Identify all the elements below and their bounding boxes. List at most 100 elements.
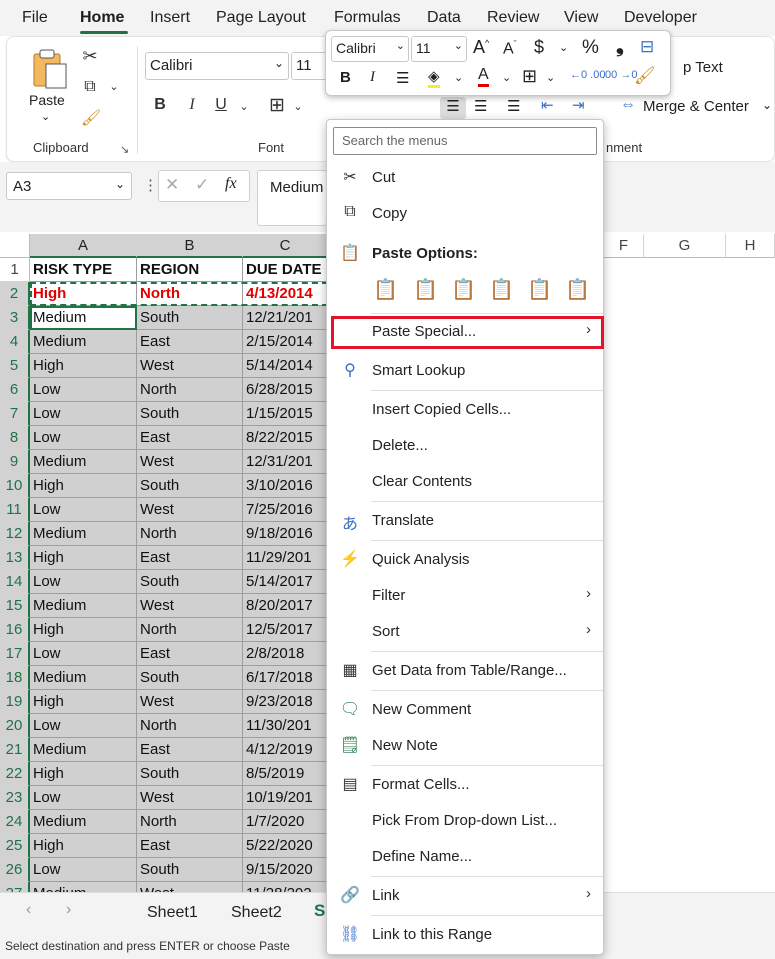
cut-icon[interactable]: ✂ xyxy=(80,46,100,67)
comma-style-icon[interactable]: ❟ xyxy=(616,35,624,58)
cell[interactable]: 2/15/2014 xyxy=(243,330,328,354)
cell[interactable]: Low xyxy=(30,642,137,666)
cell[interactable]: 8/5/2019 xyxy=(243,762,328,786)
cell[interactable]: High xyxy=(30,546,137,570)
font-name-combo[interactable]: Calibri ⌄ xyxy=(145,52,289,80)
cell[interactable]: Medium xyxy=(30,450,137,474)
row-header[interactable]: 12 xyxy=(0,522,30,546)
tab-home[interactable]: Home xyxy=(80,9,124,27)
mini-format-painter-icon[interactable]: 🖌 xyxy=(634,66,656,86)
tab-page-layout[interactable]: Page Layout xyxy=(216,9,306,27)
row-header[interactable]: 23 xyxy=(0,786,30,810)
cell[interactable]: 5/14/2017 xyxy=(243,570,328,594)
cell[interactable]: High xyxy=(30,690,137,714)
cell[interactable]: Medium xyxy=(30,522,137,546)
font-color-dropdown-icon[interactable]: ⌄ xyxy=(502,71,511,84)
row-header[interactable]: 4 xyxy=(0,330,30,354)
row-header[interactable]: 24 xyxy=(0,810,30,834)
cell[interactable]: North xyxy=(137,282,243,306)
cell[interactable]: Low xyxy=(30,786,137,810)
cell[interactable]: North xyxy=(137,618,243,642)
row-header[interactable]: 15 xyxy=(0,594,30,618)
sheet-tab-sheet2[interactable]: Sheet2 xyxy=(231,904,282,922)
mini-font-size-combo[interactable]: 11 ⌄ xyxy=(411,36,467,62)
cell[interactable]: 6/28/2015 xyxy=(243,378,328,402)
cell[interactable]: 11/29/201 xyxy=(243,546,328,570)
paste-option-paste-icon[interactable]: 📋 xyxy=(373,277,399,305)
borders-dropdown-icon[interactable]: ⌄ xyxy=(292,100,304,113)
paste-button[interactable] xyxy=(28,48,70,92)
cell[interactable]: West xyxy=(137,498,243,522)
menu-item-format-cells[interactable]: ▤ Format Cells... xyxy=(327,767,603,803)
row-header[interactable]: 9 xyxy=(0,450,30,474)
increase-decimal-icon[interactable]: ←0 .00 xyxy=(570,69,605,81)
paste-option-formatting-icon[interactable]: 📋 xyxy=(527,277,553,305)
menu-item-cut[interactable]: ✂ Cut xyxy=(327,160,603,196)
chevron-right-icon[interactable]: › xyxy=(66,901,71,919)
row-header[interactable]: 10 xyxy=(0,474,30,498)
cell[interactable]: Low xyxy=(30,402,137,426)
row-header[interactable]: 17 xyxy=(0,642,30,666)
row-header[interactable]: 19 xyxy=(0,690,30,714)
menu-item-filter[interactable]: Filter › xyxy=(327,578,603,614)
cell[interactable]: 8/22/2015 xyxy=(243,426,328,450)
cell[interactable]: 7/25/2016 xyxy=(243,498,328,522)
cell[interactable]: East xyxy=(137,546,243,570)
column-header[interactable]: A xyxy=(30,234,137,258)
cell[interactable]: 4/12/2019 xyxy=(243,738,328,762)
insert-function-icon[interactable]: fx xyxy=(225,175,237,193)
mini-align-center-icon[interactable]: ☰ xyxy=(396,69,409,87)
cell[interactable]: 12/5/2017 xyxy=(243,618,328,642)
cell[interactable]: 9/15/2020 xyxy=(243,858,328,882)
cell[interactable]: Medium xyxy=(30,330,137,354)
cell[interactable]: Medium xyxy=(30,306,137,330)
cell[interactable]: High xyxy=(30,474,137,498)
merge-center-icon[interactable]: ⇔ xyxy=(617,96,639,114)
cell[interactable]: Low xyxy=(30,426,137,450)
cell[interactable]: 12/21/201 xyxy=(243,306,328,330)
row-header[interactable]: 20 xyxy=(0,714,30,738)
tab-review[interactable]: Review xyxy=(487,9,539,27)
name-box[interactable]: A3 ⌄ xyxy=(6,172,132,200)
decrease-decimal-icon[interactable]: .00 →0 xyxy=(602,69,637,81)
cell[interactable]: North xyxy=(137,714,243,738)
cell[interactable]: East xyxy=(137,426,243,450)
row-header[interactable]: 6 xyxy=(0,378,30,402)
menu-item-new-note[interactable]: 🗒 New Note xyxy=(327,728,603,764)
cell[interactable]: Medium xyxy=(30,666,137,690)
cell[interactable]: Medium xyxy=(30,738,137,762)
cell[interactable]: Low xyxy=(30,498,137,522)
row-header[interactable]: 26 xyxy=(0,858,30,882)
merge-dropdown-icon[interactable]: ⌄ xyxy=(762,98,772,112)
menu-item-new-comment[interactable]: 🗨 New Comment xyxy=(327,692,603,728)
row-header[interactable]: 25 xyxy=(0,834,30,858)
row-header[interactable]: 21 xyxy=(0,738,30,762)
tab-file[interactable]: File xyxy=(22,9,48,27)
select-all-corner[interactable] xyxy=(0,234,30,258)
cell[interactable]: High xyxy=(30,762,137,786)
align-right-icon[interactable]: ☰ xyxy=(507,97,520,115)
cell[interactable]: High xyxy=(30,282,137,306)
paste-option-formulas-icon[interactable]: 📋 xyxy=(451,277,477,305)
cell[interactable]: 5/22/2020 xyxy=(243,834,328,858)
menu-item-link-range[interactable]: ⛓ Link to this Range xyxy=(327,917,603,953)
column-header[interactable]: G xyxy=(644,234,726,258)
cell[interactable]: South xyxy=(137,306,243,330)
cell[interactable]: 5/14/2014 xyxy=(243,354,328,378)
cell[interactable]: North xyxy=(137,378,243,402)
paste-dropdown-icon[interactable]: ⌄ xyxy=(41,110,50,123)
clipboard-launcher-icon[interactable]: ↘ xyxy=(120,143,129,156)
wrap-text-button[interactable]: p Text xyxy=(683,59,723,76)
mini-borders-dropdown-icon[interactable]: ⌄ xyxy=(546,71,555,84)
menu-item-link[interactable]: 🔗 Link › xyxy=(327,878,603,914)
menu-item-copy[interactable]: ⧉ Copy xyxy=(327,196,603,232)
copy-dropdown-icon[interactable]: ⌄ xyxy=(108,80,120,93)
row-header[interactable]: 1 xyxy=(0,258,30,282)
cell[interactable]: 9/23/2018 xyxy=(243,690,328,714)
wrap-text-icon[interactable]: ⊟ xyxy=(640,37,654,57)
cell[interactable]: 1/15/2015 xyxy=(243,402,328,426)
menu-item-define-name[interactable]: Define Name... xyxy=(327,839,603,875)
cell[interactable]: South xyxy=(137,858,243,882)
row-header[interactable]: 18 xyxy=(0,666,30,690)
menu-item-sort[interactable]: Sort › xyxy=(327,614,603,650)
